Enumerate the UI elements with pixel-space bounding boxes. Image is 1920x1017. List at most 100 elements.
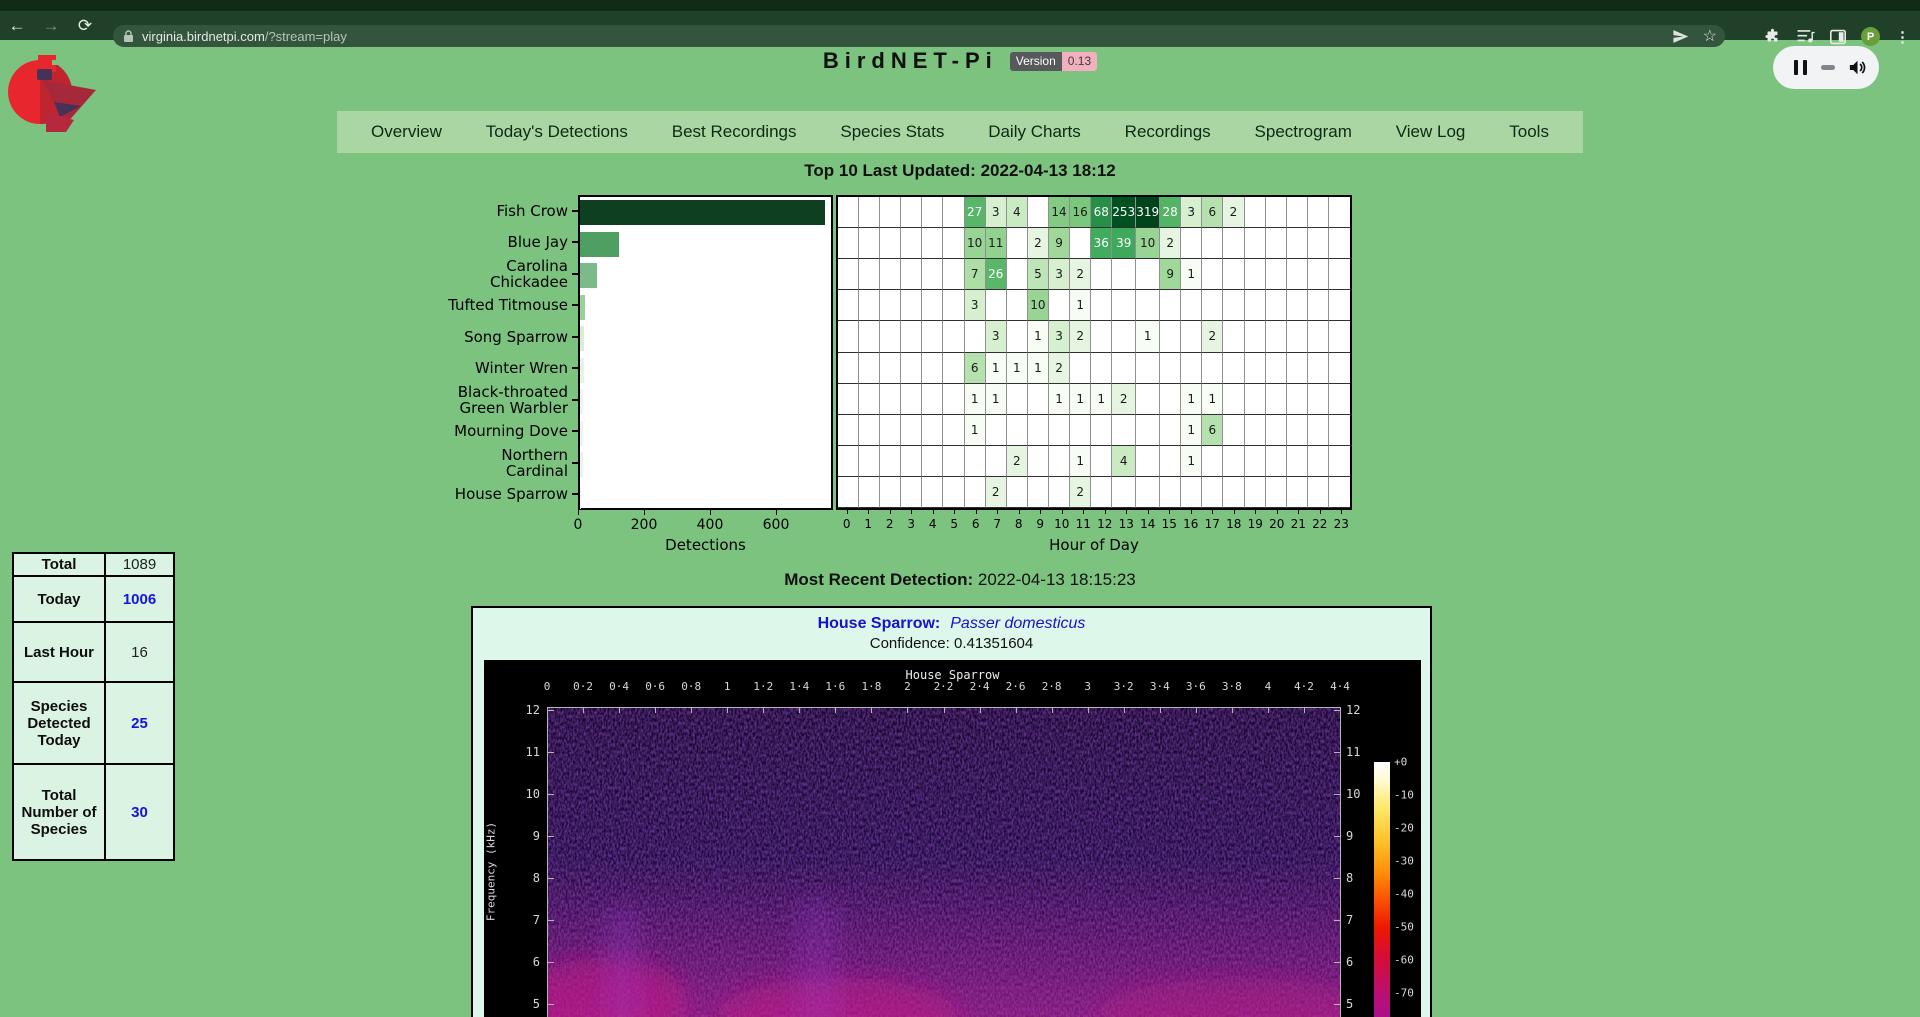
- heatmap-cell: [1266, 259, 1287, 290]
- heatmap-cell: 319: [1136, 197, 1160, 228]
- spectrogram-ytick-right: 9: [1346, 829, 1353, 843]
- heatmap-cell: [1181, 290, 1202, 321]
- heatmap-cell: [1223, 415, 1244, 446]
- heatmap-cell: [1245, 446, 1266, 477]
- heatmap-cell: [1308, 197, 1329, 228]
- heatmap-cell: [1287, 384, 1308, 415]
- heatmap-cell: 2: [1070, 259, 1091, 290]
- spectrogram-xtick: 0·6: [645, 680, 665, 693]
- axis-tick-label: [933, 510, 934, 514]
- detection-scientific-name: Passer domesticus: [950, 615, 1085, 632]
- tick: [1016, 707, 1017, 713]
- axis-tick-label: [710, 510, 711, 515]
- heatmap-cell: 14: [1049, 197, 1070, 228]
- stat-total-species-link[interactable]: 30: [105, 764, 174, 860]
- heatmap-cell: [1266, 321, 1287, 352]
- detection-species-link[interactable]: House Sparrow:: [818, 615, 941, 632]
- profile-avatar[interactable]: P: [1861, 27, 1880, 46]
- tick: [1052, 707, 1053, 713]
- send-icon[interactable]: [1672, 28, 1689, 45]
- heatmap-cell: [1007, 384, 1028, 415]
- nav-item-today-s-detections[interactable]: Today's Detections: [486, 122, 628, 142]
- heatmap-cell: 28: [1160, 197, 1181, 228]
- extensions-icon[interactable]: [1764, 28, 1781, 45]
- heatmap-cell: [1091, 415, 1112, 446]
- browser-address-bar[interactable]: virginia.birdnetpi.com/?stream=play ☆: [113, 25, 1725, 47]
- heatmap-cell: [965, 446, 986, 477]
- tick: [1334, 878, 1340, 879]
- tick: [871, 707, 872, 713]
- heatmap-cell: [1287, 353, 1308, 384]
- heatmap-cell: [1136, 384, 1160, 415]
- nav-item-overview[interactable]: Overview: [371, 122, 442, 142]
- heatmap-cell: [1329, 384, 1350, 415]
- heatmap-cell: [1223, 384, 1244, 415]
- nav-item-spectrogram[interactable]: Spectrogram: [1255, 122, 1352, 142]
- audio-player[interactable]: [1773, 46, 1879, 89]
- species-label: Tufted Titmouse: [448, 290, 578, 322]
- spectrogram-colorbar: [1374, 762, 1390, 1017]
- heatmap-cell: [1329, 259, 1350, 290]
- pause-icon[interactable]: [1794, 60, 1807, 75]
- hour-xtick: 9: [1036, 517, 1044, 531]
- heatmap-cell: [901, 197, 922, 228]
- side-panel-icon[interactable]: [1830, 29, 1846, 45]
- nav-item-tools[interactable]: Tools: [1509, 122, 1549, 142]
- heatmap-cell: [1287, 446, 1308, 477]
- colorbar-tick: -20: [1394, 822, 1414, 835]
- heatmap-cell: 3: [986, 321, 1007, 352]
- hour-xtick: 23: [1334, 517, 1349, 531]
- spectrogram-plot: [548, 708, 1340, 1017]
- spectrogram-ytick-right: 8: [1346, 871, 1353, 885]
- hour-xtick: 22: [1312, 517, 1327, 531]
- heatmap-cell: 2: [1202, 321, 1223, 352]
- heatmap-cell: 1: [1028, 321, 1049, 352]
- heatmap-cell: [1007, 290, 1028, 321]
- spectrogram-xtick: 4: [1265, 680, 1272, 693]
- heatmap-cell: [943, 259, 964, 290]
- nav-item-species-stats[interactable]: Species Stats: [840, 122, 944, 142]
- detections-xtick: 200: [631, 517, 658, 533]
- browser-reload-button[interactable]: ⟳: [68, 16, 102, 36]
- heatmap-cell: [1245, 290, 1266, 321]
- heatmap-cell: [1308, 446, 1329, 477]
- nav-item-daily-charts[interactable]: Daily Charts: [988, 122, 1081, 142]
- speaker-icon[interactable]: [1848, 59, 1867, 76]
- heatmap-cell: [1329, 321, 1350, 352]
- heatmap-cell: 1: [1181, 446, 1202, 477]
- heatmap-cell: 2: [1007, 446, 1028, 477]
- heatmap-cell: [1329, 415, 1350, 446]
- heatmap-cell: [1028, 446, 1049, 477]
- heatmap-cell: [1112, 353, 1136, 384]
- detections-xtick: 600: [763, 517, 790, 533]
- browser-menu-icon[interactable]: ⋮: [1895, 28, 1910, 46]
- heatmap-cell: [859, 477, 880, 508]
- hour-xtick: 6: [972, 517, 980, 531]
- seek-handle[interactable]: [1821, 65, 1835, 70]
- axis-tick-label: [1105, 510, 1106, 514]
- stat-species-today-link[interactable]: 25: [105, 682, 174, 764]
- browser-forward-button[interactable]: →: [34, 16, 68, 36]
- tick: [548, 962, 554, 963]
- hour-axis-label: Hour of Day: [1049, 536, 1139, 554]
- spectrogram-ytick: 6: [514, 955, 540, 969]
- detections-bar: [580, 389, 583, 414]
- nav-item-view-log[interactable]: View Log: [1396, 122, 1466, 142]
- heatmap-cell: 7: [965, 259, 986, 290]
- media-playlist-icon[interactable]: [1796, 29, 1815, 44]
- hour-xtick: 18: [1226, 517, 1241, 531]
- heatmap-cell: [1070, 228, 1091, 259]
- spectrogram-xtick: 3·6: [1186, 680, 1206, 693]
- nav-item-best-recordings[interactable]: Best Recordings: [672, 122, 797, 142]
- heatmap-cell: [901, 446, 922, 477]
- heatmap-cell: 9: [1049, 228, 1070, 259]
- heatmap-cell: [880, 415, 901, 446]
- heatmap-cell: [1308, 353, 1329, 384]
- nav-item-recordings[interactable]: Recordings: [1125, 122, 1211, 142]
- spectrogram-xtick: 4·4: [1330, 680, 1350, 693]
- hour-xtick: 3: [907, 517, 915, 531]
- browser-back-button[interactable]: ←: [0, 16, 34, 36]
- bookmark-star-icon[interactable]: ☆: [1703, 26, 1717, 46]
- axis-tick-label: [1148, 510, 1149, 514]
- heatmap-cell: [1245, 197, 1266, 228]
